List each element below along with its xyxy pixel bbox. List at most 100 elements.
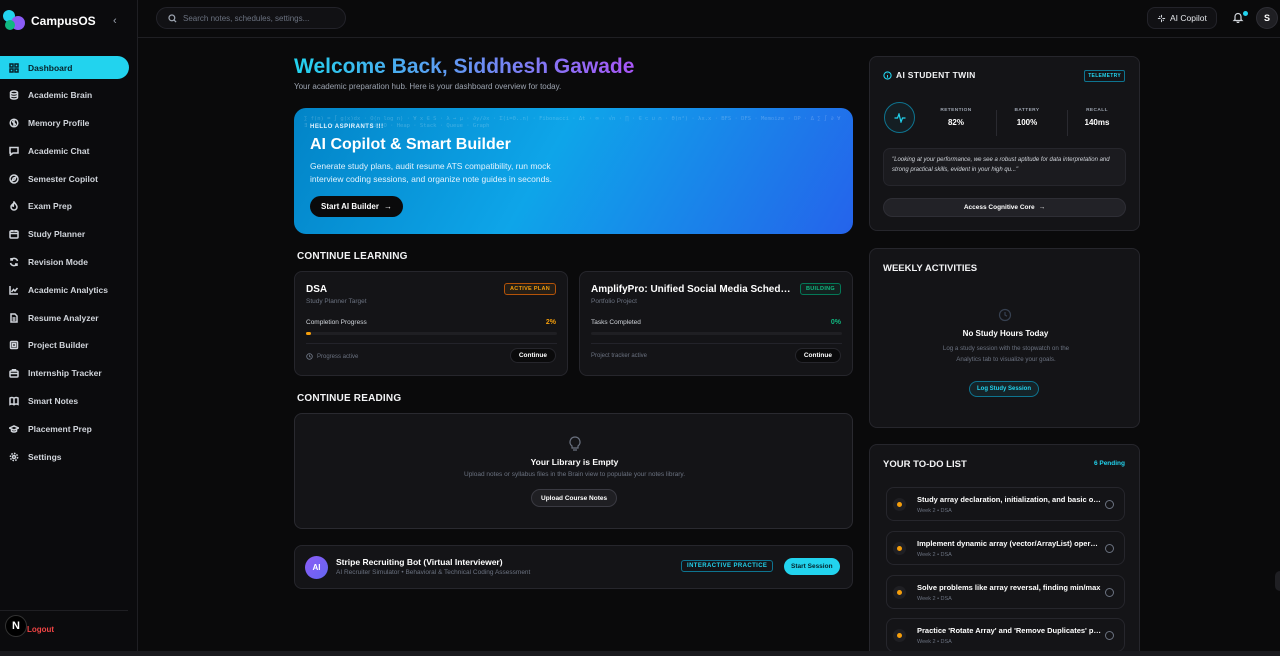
ai-copilot-button[interactable]: AI Copilot xyxy=(1147,7,1217,29)
learning-card-subtitle: Portfolio Project xyxy=(591,298,637,305)
access-cognitive-core-button[interactable]: Access Cognitive Core → xyxy=(883,198,1126,217)
interview-bot-card: AI Stripe Recruiting Bot (Virtual Interv… xyxy=(294,545,853,589)
flame-icon xyxy=(10,201,18,212)
todo-item-meta: Week 2 • DSA xyxy=(917,552,952,558)
priority-dot xyxy=(893,498,906,511)
bot-subtitle: AI Recruiter Simulator • Behavioral & Te… xyxy=(336,569,531,576)
sidebar-item-study-planner[interactable]: Study Planner xyxy=(0,223,129,246)
refresh-icon xyxy=(9,257,19,267)
todo-item[interactable]: Study array declaration, initialization,… xyxy=(886,487,1125,521)
todo-list-heading: YOUR TO-DO LIST xyxy=(883,459,967,470)
logout-button[interactable]: Logout xyxy=(27,625,54,634)
todo-checkbox[interactable] xyxy=(1105,588,1114,597)
weekly-activities-card: WEEKLY ACTIVITIES No Study Hours Today L… xyxy=(869,248,1140,428)
library-empty-title: Your Library is Empty xyxy=(530,457,619,467)
sidebar-item-exam-prep[interactable]: Exam Prep xyxy=(0,195,129,218)
scroll-handle[interactable] xyxy=(1275,571,1280,591)
sidebar-item-project-builder[interactable]: Project Builder xyxy=(0,334,129,357)
hero-title: AI Copilot & Smart Builder xyxy=(310,136,511,153)
notification-dot xyxy=(1243,11,1248,16)
weekly-empty-description: Log a study session with the stopwatch o… xyxy=(942,345,1070,363)
database-icon xyxy=(9,90,19,101)
continue-button[interactable]: Continue xyxy=(794,348,841,363)
learning-card-amplifypro[interactable]: AmplifyPro: Unified Social Media Schedul… xyxy=(579,271,853,376)
stat-divider xyxy=(996,110,997,136)
sidebar-item-placement-prep[interactable]: Placement Prep xyxy=(0,417,129,440)
sidebar-item-academic-brain[interactable]: Academic Brain xyxy=(0,84,129,107)
upload-course-notes-button[interactable]: Upload Course Notes xyxy=(531,489,618,507)
chart-icon xyxy=(9,285,19,295)
todo-checkbox[interactable] xyxy=(1105,500,1114,509)
ai-copilot-label: AI Copilot xyxy=(1170,13,1207,23)
start-ai-builder-button[interactable]: Start AI Builder → xyxy=(310,196,403,217)
sidebar-item-smart-notes[interactable]: Smart Notes xyxy=(0,390,129,413)
progress-label: Completion Progress xyxy=(306,319,367,326)
topbar: Search notes, schedules, settings... AI … xyxy=(138,0,1280,38)
sidebar-item-label: Academic Analytics xyxy=(28,284,108,295)
todo-item-meta: Week 2 • DSA xyxy=(917,639,952,645)
arrow-right-icon: → xyxy=(383,202,392,211)
sidebar-item-academic-analytics[interactable]: Academic Analytics xyxy=(0,278,129,301)
sidebar-item-label: Placement Prep xyxy=(28,423,92,434)
start-session-button[interactable]: Start Session xyxy=(784,558,840,575)
sidebar-item-label: Internship Tracker xyxy=(28,368,102,379)
continue-learning-heading: CONTINUE LEARNING xyxy=(297,251,408,262)
status-badge: BUILDING xyxy=(800,283,841,295)
chat-icon xyxy=(9,146,19,156)
sidebar-item-resume-analyzer[interactable]: Resume Analyzer xyxy=(0,306,129,329)
cube-icon xyxy=(9,341,19,350)
campusos-logo-icon xyxy=(3,10,25,32)
progress-value: 0% xyxy=(830,319,841,326)
user-avatar[interactable]: S xyxy=(1256,7,1278,29)
sidebar-item-settings[interactable]: Settings xyxy=(0,445,129,468)
sidebar-item-revision-mode[interactable]: Revision Mode xyxy=(0,251,129,274)
priority-dot xyxy=(893,629,906,642)
brand[interactable]: CampusOS xyxy=(3,10,96,32)
briefcase-icon xyxy=(9,369,19,379)
sidebar-item-label: Resume Analyzer xyxy=(28,312,99,323)
horizontal-scrollbar[interactable] xyxy=(0,651,1280,656)
telemetry-badge: TELEMETRY xyxy=(1084,70,1125,82)
collapse-sidebar-icon[interactable]: ‹ xyxy=(113,15,117,27)
document-icon xyxy=(10,312,18,323)
avatar[interactable]: N xyxy=(5,615,27,637)
sidebar-item-academic-chat[interactable]: Academic Chat xyxy=(0,139,129,162)
stat-divider xyxy=(1067,110,1068,136)
search-input[interactable]: Search notes, schedules, settings... xyxy=(156,7,346,29)
pulse-indicator xyxy=(884,102,915,133)
brain-icon xyxy=(9,118,19,128)
divider xyxy=(591,343,842,344)
todo-checkbox[interactable] xyxy=(1105,544,1114,553)
learning-card-dsa[interactable]: DSA Study Planner Target ACTIVE PLAN Com… xyxy=(294,271,568,376)
todo-item[interactable]: Implement dynamic array (vector/ArrayLis… xyxy=(886,531,1125,565)
sidebar-item-dashboard[interactable]: Dashboard xyxy=(0,56,129,79)
library-empty-card: Your Library is Empty Upload notes or sy… xyxy=(294,413,853,529)
sidebar-item-semester-copilot[interactable]: Semester Copilot xyxy=(0,167,129,190)
continue-reading-heading: CONTINUE READING xyxy=(297,393,402,404)
todo-item-meta: Week 2 • DSA xyxy=(917,508,952,514)
lightbulb-icon xyxy=(569,436,581,451)
card-footer: Project tracker active xyxy=(591,353,647,359)
progress-value: 2% xyxy=(545,319,556,326)
gear-icon xyxy=(9,452,19,462)
sidebar-item-label: Revision Mode xyxy=(28,257,88,268)
sidebar-item-internship-tracker[interactable]: Internship Tracker xyxy=(0,362,129,385)
bot-avatar: AI xyxy=(305,556,328,579)
log-study-session-button[interactable]: Log Study Session xyxy=(969,381,1040,397)
continue-button[interactable]: Continue xyxy=(509,348,556,363)
progress-label: Tasks Completed xyxy=(591,319,641,326)
progress-bar xyxy=(306,332,557,335)
sidebar-item-label: Dashboard xyxy=(28,62,73,73)
stat-value: 82% xyxy=(947,118,964,127)
clock-icon xyxy=(998,308,1012,322)
todo-checkbox[interactable] xyxy=(1105,631,1114,640)
card-footer: Progress active xyxy=(306,353,358,360)
todo-item[interactable]: Solve problems like array reversal, find… xyxy=(886,575,1125,609)
graduation-cap-icon xyxy=(9,425,19,433)
bot-title: Stripe Recruiting Bot (Virtual Interview… xyxy=(336,557,503,567)
stat-battery: BATTERY 100% xyxy=(1008,108,1046,127)
stat-label: RETENTION xyxy=(940,108,972,113)
sidebar-item-memory-profile[interactable]: Memory Profile xyxy=(0,112,129,135)
todo-item[interactable]: Practice 'Rotate Array' and 'Remove Dupl… xyxy=(886,618,1125,652)
learning-card-subtitle: Study Planner Target xyxy=(306,298,367,305)
